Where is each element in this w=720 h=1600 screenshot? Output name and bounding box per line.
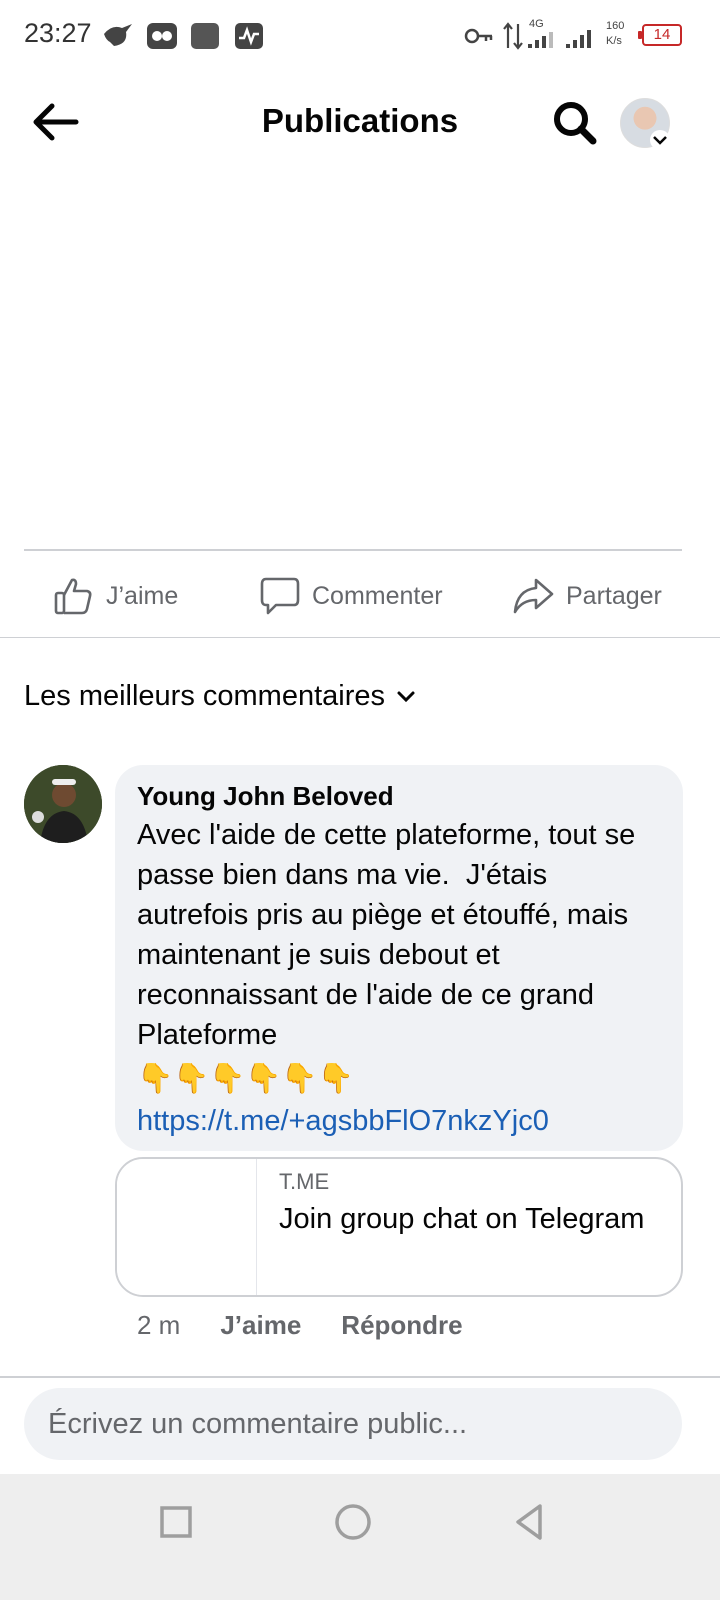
link-title: Join group chat on Telegram <box>279 1203 645 1235</box>
link-domain: T.ME <box>279 1169 330 1194</box>
home-icon[interactable] <box>331 1500 375 1544</box>
signal-strength-2-icon <box>566 30 591 48</box>
battery-indicator: 14 <box>638 24 682 46</box>
comment-label: Commenter <box>312 581 443 610</box>
comment-input-placeholder: Écrivez un commentaire public... <box>48 1407 468 1440</box>
status-time: 23:27 <box>24 18 92 48</box>
like-label: J’aime <box>106 581 179 610</box>
comment-reply-button[interactable]: Répondre <box>341 1310 462 1341</box>
comment-time: 2 m <box>137 1310 181 1340</box>
app-notification-icon <box>147 23 177 49</box>
comment-emojis: 👇👇👇👇👇👇 <box>137 1063 354 1095</box>
network-type: 4G <box>529 18 544 30</box>
avatar-portrait-icon <box>24 765 102 843</box>
comment-text: Avec l'aide de cette plateforme, tout se… <box>137 819 644 1051</box>
search-icon[interactable] <box>552 100 598 146</box>
link-thumbnail <box>117 1159 257 1295</box>
post-action-bar: J’aime Commenter Partager <box>0 552 720 638</box>
like-button[interactable]: J’aime <box>54 574 178 618</box>
divider <box>24 549 682 551</box>
comment-meta: 2 m J’aime Répondre <box>137 1310 463 1341</box>
back-triangle-icon[interactable] <box>508 1500 552 1544</box>
network-speed-value: 160 <box>606 20 625 32</box>
gallery-notification-icon <box>191 23 219 49</box>
divider <box>0 637 720 638</box>
thumbs-up-icon <box>54 578 92 615</box>
comment-author[interactable]: Young John Beloved <box>137 779 661 813</box>
comment-sort-selector[interactable]: Les meilleurs commentaires <box>24 680 417 713</box>
divider <box>0 1376 720 1378</box>
system-nav-bar <box>0 1474 720 1600</box>
recent-apps-icon[interactable] <box>154 1500 198 1544</box>
comment-button[interactable]: Commenter <box>260 574 443 618</box>
bird-notification-icon <box>104 24 132 46</box>
network-speed-unit: K/s <box>606 35 622 47</box>
comment-like-button[interactable]: J’aime <box>220 1310 301 1341</box>
sort-label: Les meilleurs commentaires <box>24 680 386 712</box>
chevron-down-icon <box>397 691 415 702</box>
speech-bubble-icon <box>260 577 300 615</box>
vpn-key-icon <box>464 28 493 44</box>
chevron-down-icon[interactable] <box>650 130 670 150</box>
commenter-avatar[interactable] <box>24 765 102 843</box>
comment-bubble[interactable]: Young John Beloved Avec l'aide de cette … <box>115 765 683 1151</box>
comment-input[interactable]: Écrivez un commentaire public... <box>24 1388 682 1460</box>
status-bar: 23:27 4G 160 K/s 14 <box>0 0 720 72</box>
app-header: Publications <box>0 72 720 172</box>
data-transfer-icon <box>503 22 523 50</box>
share-arrow-icon <box>513 578 554 614</box>
comment-link[interactable]: https://t.me/+agsbbFlO7nkzYjc0 <box>137 1101 661 1141</box>
share-label: Partager <box>566 581 662 610</box>
page-title: Publications <box>261 102 459 139</box>
signal-strength-icon <box>528 32 553 48</box>
activity-notification-icon <box>235 23 263 49</box>
share-button[interactable]: Partager <box>512 574 662 618</box>
link-preview-card[interactable]: T.ME Join group chat on Telegram <box>115 1157 683 1297</box>
